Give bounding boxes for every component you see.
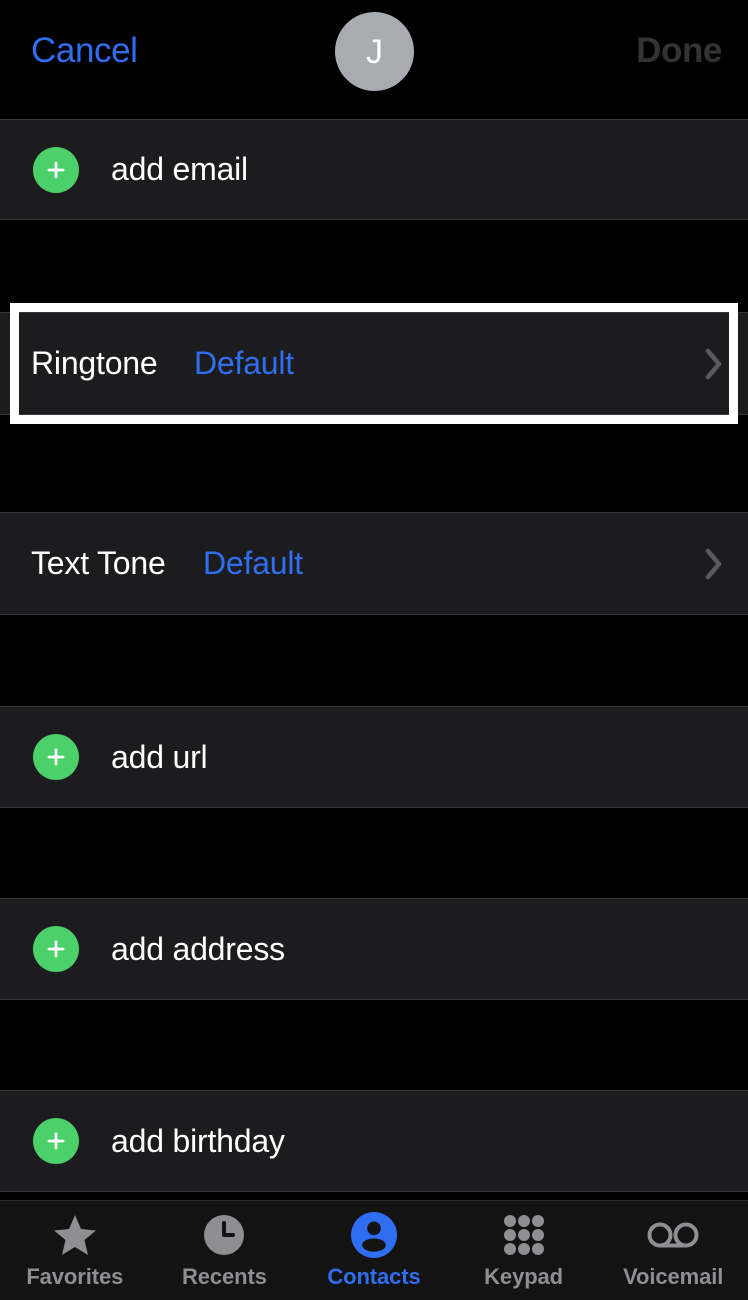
row-separator-bottom	[0, 999, 748, 1000]
contact-edit-screen: Cancel J Done add email Ringtone Default Te…	[0, 0, 748, 1300]
plus-circle-icon[interactable]	[33, 146, 79, 193]
cancel-button[interactable]: Cancel	[31, 30, 138, 72]
tab-recents[interactable]: Recents	[150, 1201, 300, 1300]
person-circle-icon	[350, 1211, 397, 1258]
row-add-address[interactable]: add address	[0, 898, 748, 1000]
ringtone-label: Ringtone	[31, 345, 158, 381]
tab-bar: Favorites Recents Contacts Keypad Voicemail	[0, 1200, 748, 1300]
row-separator-top	[0, 898, 748, 899]
avatar-initial: J	[366, 32, 383, 71]
voicemail-icon	[647, 1212, 699, 1258]
row-separator-top	[0, 706, 748, 707]
add-address-label: add address	[111, 930, 285, 967]
navigation-bar: Cancel J Done	[0, 0, 748, 118]
star-icon	[52, 1212, 98, 1258]
tab-voicemail[interactable]: Voicemail	[598, 1201, 748, 1300]
row-separator-bottom	[0, 614, 748, 615]
row-add-email[interactable]: add email	[0, 119, 748, 220]
done-button[interactable]: Done	[636, 30, 722, 72]
row-separator-bottom	[0, 1191, 748, 1192]
text-tone-value[interactable]: Default	[203, 545, 303, 582]
row-separator-bottom	[0, 414, 748, 415]
add-url-label: add url	[111, 738, 208, 775]
ringtone-value[interactable]: Default	[194, 345, 294, 382]
row-separator-bottom	[0, 807, 748, 808]
keypad-grid-icon	[503, 1212, 545, 1258]
row-ringtone[interactable]: Ringtone Default	[0, 312, 748, 415]
avatar[interactable]: J	[335, 12, 414, 91]
add-email-label: add email	[111, 151, 248, 187]
plus-circle-icon[interactable]	[33, 926, 79, 972]
row-separator-top	[0, 119, 748, 120]
row-add-birthday[interactable]: add birthday	[0, 1090, 748, 1192]
row-separator-top	[0, 1090, 748, 1091]
tab-label-recents: Recents	[181, 1263, 267, 1289]
text-tone-label: Text Tone	[31, 545, 166, 581]
tab-label-keypad: Keypad	[484, 1263, 564, 1289]
add-birthday-label: add birthday	[111, 1122, 285, 1159]
chevron-right-icon	[704, 347, 724, 381]
row-separator-top	[0, 312, 748, 313]
tab-label-voicemail: Voicemail	[623, 1263, 724, 1289]
plus-circle-icon[interactable]	[33, 1118, 79, 1164]
row-separator-bottom	[0, 219, 748, 220]
tab-keypad[interactable]: Keypad	[449, 1201, 599, 1300]
clock-icon	[202, 1212, 246, 1258]
chevron-right-icon	[704, 547, 724, 581]
tab-contacts[interactable]: Contacts	[299, 1201, 449, 1300]
row-add-url[interactable]: add url	[0, 706, 748, 808]
row-separator-top	[0, 512, 748, 513]
tab-favorites[interactable]: Favorites	[0, 1201, 150, 1300]
row-text-tone[interactable]: Text Tone Default	[0, 512, 748, 615]
tab-label-favorites: Favorites	[26, 1263, 124, 1289]
plus-circle-icon[interactable]	[33, 734, 79, 780]
tab-label-contacts: Contacts	[327, 1263, 421, 1289]
